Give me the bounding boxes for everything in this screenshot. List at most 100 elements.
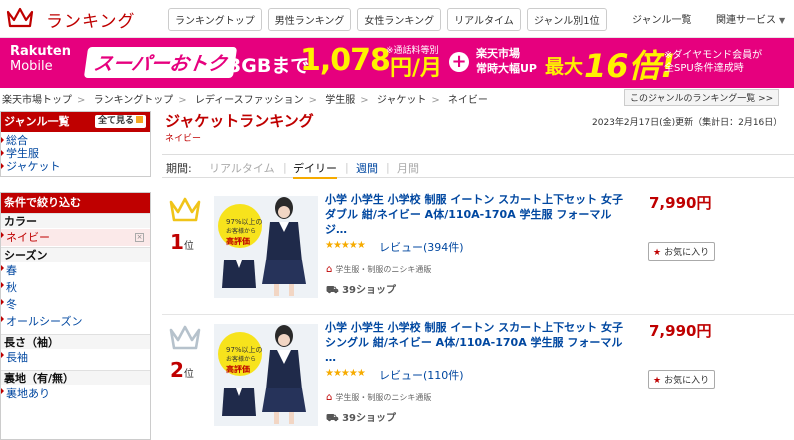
shop-note[interactable]: ⌂ 学生服・制服のニシキ通販 (326, 392, 431, 403)
rank-value: 1 (170, 230, 184, 254)
product-name-link[interactable]: 小学 小学生 小学校 制服 イートン スカート上下セット 女子 シングル 紺/ネ… (325, 320, 623, 365)
genre-ranking-list-button[interactable]: このジャンルのランキング一覧 >> (624, 89, 780, 106)
tab-divider: | (345, 161, 349, 174)
product-price: 7,990円 (649, 194, 712, 212)
tab-weekly[interactable]: 週間 (356, 160, 378, 176)
site-header: ランキング ランキングトップ 男性ランキング 女性ランキング リアルタイム ジャ… (0, 0, 794, 38)
crumb-ladies-fashion[interactable]: レディースファッション (195, 95, 304, 106)
banner-bai: 16倍! (584, 47, 676, 85)
tab-monthly[interactable]: 月間 (397, 160, 419, 176)
badge-line3: 高評価 (226, 236, 250, 246)
banner-max: 最大 (545, 56, 584, 78)
show-all-label: 全て見る (97, 116, 134, 126)
tab-realtime[interactable]: リアルタイム (209, 160, 275, 176)
genre-list-link[interactable]: ジャンル一覧 (632, 11, 692, 26)
genre-panel-header: ジャンル一覧 全て見る (1, 112, 150, 132)
filter-panel: 条件で絞り込む カラー ネイビー × シーズン 春 秋 冬 オールシーズン 長さ… (0, 192, 151, 440)
filter-color-navy-label: ネイビー (6, 231, 50, 244)
silver-crown-icon (169, 325, 201, 350)
banner-rakuten: Rakuten (10, 44, 71, 59)
sidebar-genre-all[interactable]: 総合 (1, 134, 150, 147)
gold-crown-icon (169, 197, 201, 222)
rank-suffix: 位 (183, 241, 194, 252)
favorite-button[interactable]: ★ お気に入り (648, 242, 716, 261)
genre-panel-title: ジャンル一覧 (4, 115, 70, 128)
nav-realtime[interactable]: リアルタイム (447, 8, 521, 31)
breadcrumb: 楽天市場トップ > ランキングトップ > レディースファッション > 学生服 > ジャケ… (0, 88, 794, 106)
rank-number: 2位 (170, 358, 194, 382)
filter-color-navy[interactable]: ネイビー × (1, 229, 150, 246)
banner-dia-line1: ※ダイヤモンド会員が (664, 50, 763, 61)
period-label: 期間: (166, 162, 192, 175)
shop-name[interactable]: ⛟ 39ショップ (326, 409, 396, 426)
ranking-brand[interactable]: ランキング (46, 7, 136, 32)
nav-ranking-top[interactable]: ランキングトップ (168, 8, 262, 31)
filter-lining-yes[interactable]: 裏地あり (1, 385, 150, 402)
crumb-sep-icon: > (178, 95, 187, 106)
banner-diamond-note: ※ダイヤモンド会員が 全SPU条件達成時 (664, 49, 762, 75)
home-icon: ⌂ (326, 264, 333, 275)
filter-section-sleeve: 長さ（袖） (1, 334, 150, 349)
product-image[interactable]: 97%以上の お客様から 高評価 (214, 324, 318, 426)
related-services-label: 関連サービス (716, 15, 776, 26)
plus-icon: + (449, 52, 469, 72)
rank-number: 1位 (170, 230, 194, 254)
nav-male-ranking[interactable]: 男性ランキング (267, 8, 352, 31)
shop-name[interactable]: ⛟ 39ショップ (326, 281, 396, 298)
banner-dia-line2: 全SPU条件達成時 (664, 63, 744, 74)
filter-section-color: カラー (1, 213, 150, 228)
badge-line2: お客様から (226, 227, 256, 235)
truck-icon: ⛟ (326, 285, 339, 296)
header-nav: ランキングトップ 男性ランキング 女性ランキング リアルタイム ジャンル別1位 (168, 8, 607, 31)
rakuten-mobile-logo: Rakuten Mobile (10, 44, 71, 74)
close-icon[interactable]: × (135, 233, 144, 242)
favorite-label: お気に入り (664, 248, 710, 258)
banner-mobile: Mobile (10, 59, 53, 74)
badge-line1: 97%以上の (226, 217, 263, 226)
product-name-link[interactable]: 小学 小学生 小学校 制服 イートン スカート上下セット 女子 ダブル 紺/ネイ… (325, 192, 623, 237)
badge-line2: お客様から (226, 355, 256, 363)
product-image[interactable]: 97%以上の お客様から 高評価 (214, 196, 318, 298)
tab-daily[interactable]: デイリー (293, 160, 337, 179)
nav-female-ranking[interactable]: 女性ランキング (357, 8, 442, 31)
filter-panel-header: 条件で絞り込む (1, 193, 150, 213)
filter-season-autumn[interactable]: 秋 (1, 279, 150, 296)
promo-banner[interactable]: Rakuten Mobile スーパーおトク 3GBまで 1,078 ※通話料等… (0, 38, 794, 88)
crumb-rakuten-top[interactable]: 楽天市場トップ (2, 95, 72, 106)
genre-panel: ジャンル一覧 全て見る 総合 学生服 ジャケット (0, 111, 151, 177)
filter-season-spring[interactable]: 春 (1, 262, 150, 279)
nav-genre-first[interactable]: ジャンル別1位 (526, 8, 607, 31)
genre-list-label: ジャンル一覧 (632, 15, 692, 26)
shop-name-label: 39ショップ (342, 413, 396, 424)
shop-note[interactable]: ⌂ 学生服・制服のニシキ通販 (326, 264, 431, 275)
sidebar-genre-jacket[interactable]: ジャケット (1, 160, 150, 173)
banner-gb: 3GBまで (228, 55, 310, 77)
crown-logo-icon[interactable] (6, 6, 34, 30)
related-services-menu[interactable]: 関連サービス ▼ (716, 11, 785, 26)
banner-super: スーパーおトク (83, 47, 237, 78)
rank-suffix: 位 (183, 369, 194, 380)
crumb-jacket[interactable]: ジャケット (377, 95, 427, 106)
filter-sleeve-long[interactable]: 長袖 (1, 349, 150, 366)
shop-note-label: 学生服・制服のニシキ通販 (335, 393, 432, 402)
review-link[interactable]: レビュー(110件) (379, 367, 464, 383)
show-all-button[interactable]: 全て見る (94, 115, 146, 128)
updated-date: 2023年2月17日(金)更新（集計日：2月16日） (592, 118, 783, 128)
favorite-button[interactable]: ★ お気に入り (648, 370, 716, 389)
filter-section-lining: 裏地（有/無） (1, 370, 150, 385)
crumb-ranking-top[interactable]: ランキングトップ (94, 95, 174, 106)
filter-season-winter[interactable]: 冬 (1, 296, 150, 313)
shop-name-label: 39ショップ (342, 285, 396, 296)
review-link[interactable]: レビュー(394件) (379, 239, 464, 255)
period-tabs: 期間: リアルタイム | デイリー | 週間 | 月間 (162, 154, 794, 179)
crumb-sep-icon: > (431, 95, 440, 106)
crumb-sep-icon: > (77, 95, 86, 106)
filter-season-all[interactable]: オールシーズン (1, 313, 150, 330)
sidebar-genre-uniform[interactable]: 学生服 (1, 147, 150, 160)
tab-divider: | (386, 161, 390, 174)
rank-value: 2 (170, 358, 184, 382)
banner-ichiba-line1: 楽天市場 (476, 47, 520, 60)
crumb-school-uniform[interactable]: 学生服 (325, 95, 355, 106)
star-icon: ★ (653, 248, 662, 258)
uniform-photo: 97%以上の お客様から 高評価 (214, 196, 318, 298)
